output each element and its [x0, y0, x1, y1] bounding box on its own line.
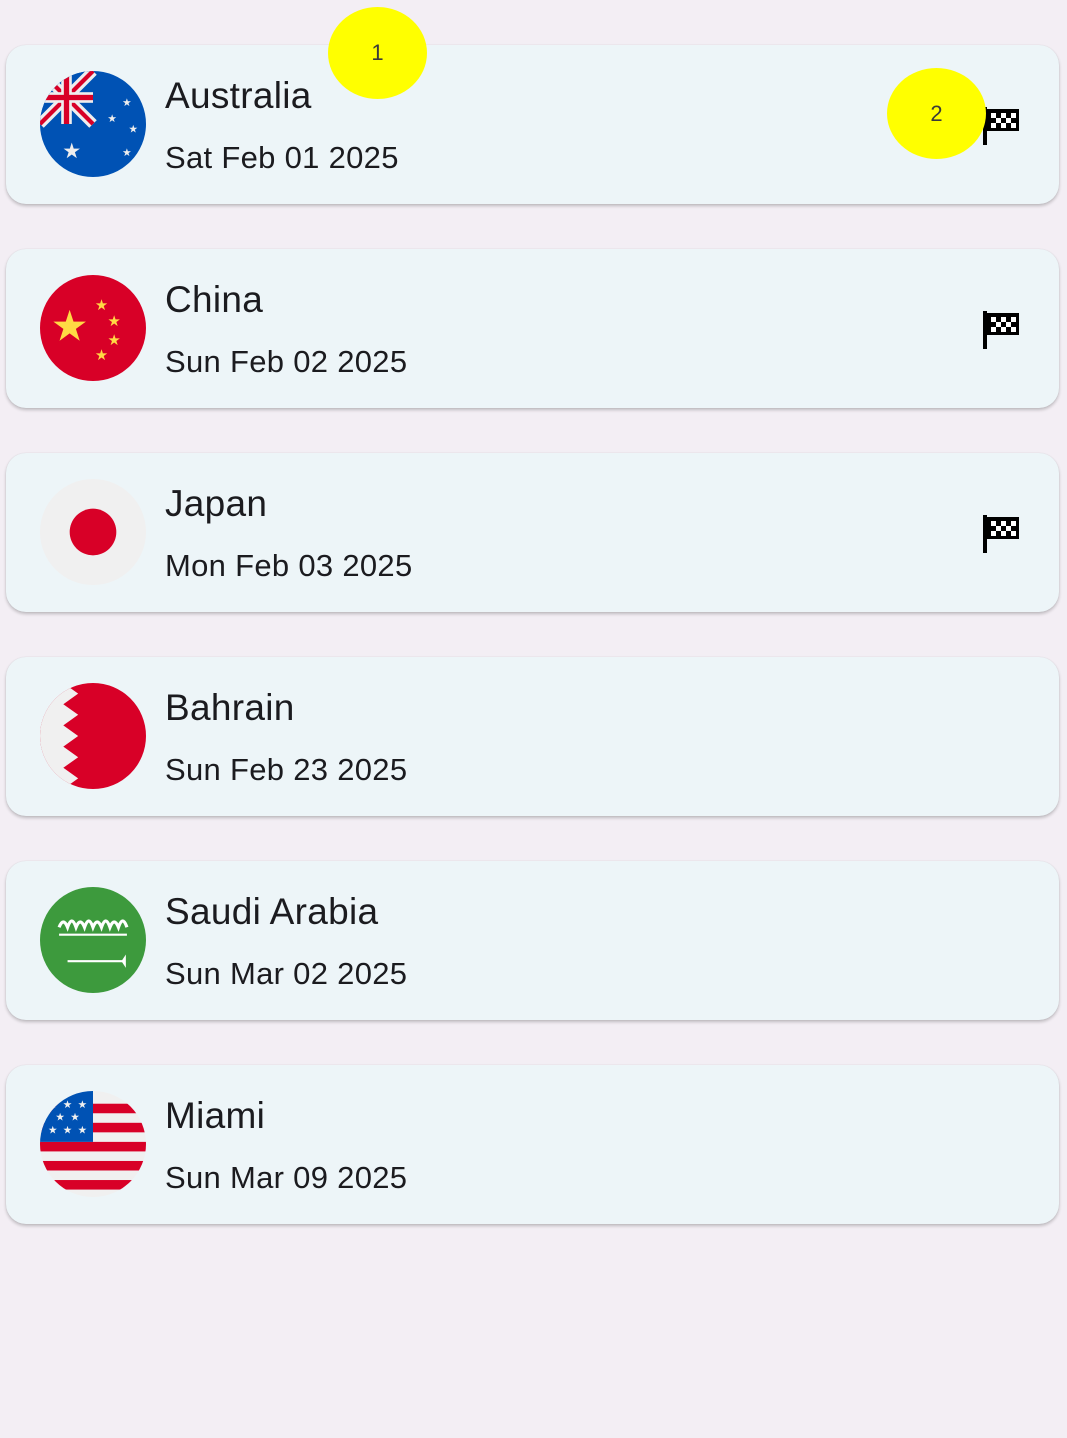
svg-text:★: ★ [62, 140, 81, 163]
svg-text:★: ★ [95, 298, 108, 314]
race-card-miami[interactable]: ★ ★ ★ ★ ★ ★ ★ ★ Miami Sun Mar 09 2025 [6, 1065, 1059, 1224]
race-card-china[interactable]: ★ ★ ★ ★ ★ China Sun Feb 02 2025 [6, 249, 1059, 408]
race-date: Mon Feb 03 2025 [165, 548, 413, 583]
china-flag-icon: ★ ★ ★ ★ ★ [40, 275, 146, 381]
race-date: Sun Feb 02 2025 [165, 344, 408, 379]
svg-text:★: ★ [122, 97, 132, 109]
race-title: Bahrain [165, 687, 295, 728]
usa-flag-icon: ★ ★ ★ ★ ★ ★ ★ ★ [40, 1091, 146, 1197]
race-title: China [165, 279, 264, 320]
svg-text:★: ★ [107, 113, 117, 125]
race-list: ★ ★ ★ ★ ★ Australia Sat Feb 01 2025 ★ ★ … [6, 45, 1059, 1269]
checkered-flag-icon[interactable] [981, 103, 1021, 147]
svg-text:★: ★ [48, 1099, 58, 1111]
svg-text:★: ★ [63, 1124, 73, 1136]
checkered-flag-icon[interactable] [981, 307, 1021, 351]
svg-text:★: ★ [51, 303, 89, 350]
race-card-japan[interactable]: Japan Mon Feb 03 2025 [6, 453, 1059, 612]
australia-flag-icon: ★ ★ ★ ★ ★ [40, 71, 146, 177]
race-date: Sat Feb 01 2025 [165, 140, 399, 175]
svg-text:★: ★ [78, 1099, 88, 1111]
race-title: Miami [165, 1095, 266, 1136]
race-title: Saudi Arabia [165, 891, 379, 932]
race-card-bahrain[interactable]: Bahrain Sun Feb 23 2025 [6, 657, 1059, 816]
svg-text:★: ★ [78, 1124, 88, 1136]
race-title: Japan [165, 483, 268, 524]
svg-text:★: ★ [55, 1112, 65, 1124]
race-date: Sun Mar 09 2025 [165, 1160, 408, 1195]
race-date: Sun Feb 23 2025 [165, 752, 408, 787]
svg-text:★: ★ [122, 147, 132, 159]
annotation-marker-2: 2 [887, 68, 986, 159]
race-date: Sun Mar 02 2025 [165, 956, 408, 991]
annotation-marker-1: 1 [328, 7, 427, 99]
checkered-flag-icon[interactable] [981, 511, 1021, 555]
race-card-saudi-arabia[interactable]: Saudi Arabia Sun Mar 02 2025 [6, 861, 1059, 1020]
race-title: Australia [165, 75, 312, 116]
bahrain-flag-icon [40, 683, 146, 789]
japan-flag-icon [40, 479, 146, 585]
svg-text:★: ★ [63, 1099, 73, 1111]
svg-text:★: ★ [129, 123, 139, 135]
svg-text:★: ★ [95, 348, 108, 364]
saudi-arabia-flag-icon [40, 887, 146, 993]
svg-text:★: ★ [48, 1124, 58, 1136]
svg-text:★: ★ [108, 314, 121, 330]
svg-text:★: ★ [108, 333, 121, 349]
svg-text:★: ★ [70, 1112, 79, 1124]
